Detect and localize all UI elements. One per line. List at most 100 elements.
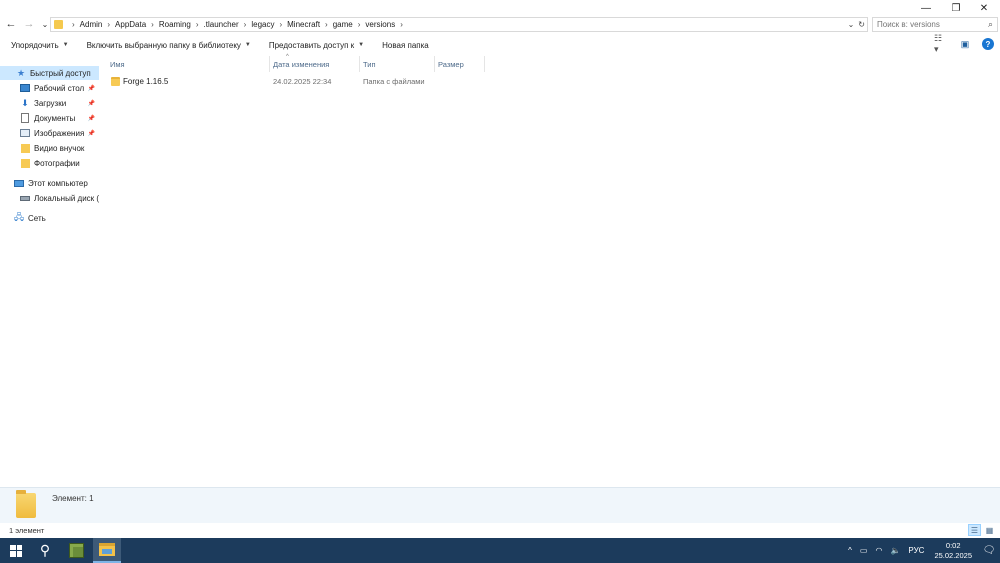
nav-label: Сеть — [28, 213, 46, 223]
preview-pane-button[interactable]: ▣ — [958, 38, 972, 50]
change-view-button[interactable]: ☷ ▾ — [934, 33, 948, 54]
breadcrumb-item[interactable]: Admin — [80, 20, 103, 29]
breadcrumb-separator-icon[interactable]: › — [279, 20, 282, 29]
nav-network[interactable]: 🖧 Сеть — [0, 211, 99, 225]
include-library-label: Включить выбранную папку в библиотеку — [86, 40, 241, 50]
nav-local-disk[interactable]: Локальный диск (С — [0, 191, 99, 205]
taskbar-minecraft[interactable] — [62, 538, 90, 563]
nav-label: Рабочий стол — [34, 83, 85, 93]
view-list-icon: ☷ ▾ — [934, 33, 943, 54]
search-icon: ⌕ — [987, 19, 993, 29]
large-icons-view-icon: ▦ — [985, 525, 994, 535]
nav-quick-access[interactable]: ★ Быстрый доступ — [0, 66, 99, 80]
column-name[interactable]: Имя — [100, 56, 270, 72]
breadcrumb-item[interactable]: legacy — [251, 20, 274, 29]
breadcrumb-separator-icon[interactable]: › — [72, 20, 75, 29]
breadcrumb-separator-icon[interactable]: › — [107, 20, 110, 29]
search-input[interactable] — [877, 20, 977, 29]
column-label: Тип — [363, 59, 376, 69]
include-in-library-button[interactable]: Включить выбранную папку в библиотеку ▼ — [87, 41, 251, 50]
details-view-icon: ☰ — [970, 525, 979, 535]
forward-button[interactable]: → — [22, 17, 36, 31]
share-with-button[interactable]: Предоставить доступ к ▼ — [269, 41, 364, 50]
arrow-left-icon: ← — [5, 18, 17, 30]
search-box[interactable]: ⌕ — [872, 17, 998, 32]
column-type[interactable]: Тип — [353, 56, 435, 72]
breadcrumb-item[interactable]: Roaming — [159, 20, 191, 29]
folder-icon — [20, 158, 30, 168]
arrow-right-icon: → — [23, 18, 35, 30]
breadcrumb-separator-icon[interactable]: › — [358, 20, 361, 29]
minecraft-icon — [68, 543, 84, 558]
minimize-button[interactable]: — — [912, 0, 940, 16]
file-explorer-icon — [99, 543, 115, 556]
language-indicator[interactable]: РУС — [908, 546, 924, 555]
maximize-icon: ❐ — [951, 2, 961, 14]
nav-label: Этот компьютер — [28, 178, 88, 188]
address-dropdown-icon[interactable]: ⌄ — [848, 20, 855, 29]
refresh-icon[interactable]: ↻ — [858, 20, 865, 29]
breadcrumb: › Admin › AppData › Roaming › .tlauncher › legacy… — [67, 20, 408, 29]
breadcrumb-item[interactable]: .tlauncher — [204, 20, 239, 29]
breadcrumb-item[interactable]: versions — [365, 20, 395, 29]
column-date[interactable]: Дата изменения — [263, 56, 360, 72]
column-label: Дата изменения — [273, 59, 330, 69]
chevron-down-icon: ⌄ — [41, 19, 49, 29]
folder-icon — [111, 77, 120, 86]
minimize-icon: — — [921, 2, 931, 14]
command-bar: Упорядочить ▼ Включить выбранную папку в … — [0, 33, 1000, 54]
organize-label: Упорядочить — [11, 40, 59, 50]
new-folder-button[interactable]: Новая папка — [382, 41, 429, 50]
breadcrumb-separator-icon[interactable]: › — [400, 20, 403, 29]
column-label: Имя — [110, 59, 125, 69]
folder-icon — [54, 20, 63, 29]
pin-icon: 📌 — [87, 85, 95, 92]
taskbar-search-button[interactable]: ⚲ — [31, 538, 59, 563]
nav-desktop[interactable]: Рабочий стол 📌 — [0, 81, 99, 95]
close-button[interactable]: ✕ — [970, 0, 998, 16]
address-bar[interactable]: › Admin › AppData › Roaming › .tlauncher › legacy… — [50, 17, 868, 32]
organize-button[interactable]: Упорядочить ▼ — [11, 41, 69, 50]
new-folder-label: Новая папка — [382, 40, 429, 50]
file-row[interactable]: Forge 1.16.5 24.02.2025 22:34 Папка с фа… — [100, 74, 1000, 89]
pin-icon: 📌 — [87, 130, 95, 137]
navigation-pane: ★ Быстрый доступ Рабочий стол 📌 ⬇ Загруз… — [0, 56, 99, 486]
nav-photos-folder[interactable]: Фотографии — [0, 156, 99, 170]
breadcrumb-separator-icon[interactable]: › — [151, 20, 154, 29]
back-button[interactable]: ← — [4, 17, 18, 31]
breadcrumb-separator-icon[interactable]: › — [196, 20, 199, 29]
file-date: 24.02.2025 22:34 — [273, 77, 332, 86]
details-view-button[interactable]: ☰ — [968, 524, 981, 536]
breadcrumb-item[interactable]: Minecraft — [287, 20, 320, 29]
breadcrumb-item[interactable]: game — [333, 20, 353, 29]
breadcrumb-separator-icon[interactable]: › — [325, 20, 328, 29]
caret-down-icon: ▼ — [62, 42, 69, 48]
clock[interactable]: 0:02 25.02.2025 — [934, 541, 972, 561]
help-button[interactable]: ? — [982, 38, 994, 50]
nav-documents[interactable]: Документы 📌 — [0, 111, 99, 125]
notification-center-button[interactable]: 🗨 — [978, 538, 1000, 563]
item-count: 1 элемент — [9, 526, 45, 535]
pin-icon: 📌 — [87, 115, 95, 122]
status-bar: 1 элемент ☰ ▦ — [0, 523, 1000, 538]
large-icons-view-button[interactable]: ▦ — [983, 524, 996, 536]
battery-icon[interactable]: ▭ — [860, 546, 868, 555]
nav-downloads[interactable]: ⬇ Загрузки 📌 — [0, 96, 99, 110]
volume-icon[interactable]: 🔈 — [890, 546, 900, 555]
nav-video-folder[interactable]: Видио внучок — [0, 141, 99, 155]
taskbar-file-explorer[interactable] — [93, 538, 121, 563]
chevron-up-icon[interactable]: ^ — [848, 546, 852, 555]
nav-this-pc[interactable]: Этот компьютер — [0, 176, 99, 190]
breadcrumb-item[interactable]: AppData — [115, 20, 146, 29]
wifi-icon[interactable]: ◠ — [875, 546, 882, 555]
clock-time: 0:02 — [945, 540, 961, 550]
column-size[interactable]: Размер — [428, 56, 485, 72]
breadcrumb-separator-icon[interactable]: › — [244, 20, 247, 29]
start-button[interactable] — [2, 538, 30, 563]
nav-pictures[interactable]: Изображения 📌 — [0, 126, 99, 140]
caret-down-icon: ▼ — [244, 42, 251, 48]
picture-icon — [20, 129, 30, 138]
maximize-button[interactable]: ❐ — [942, 0, 970, 16]
preview-pane-icon: ▣ — [960, 38, 970, 49]
details-label: Элемент: 1 — [52, 494, 94, 503]
